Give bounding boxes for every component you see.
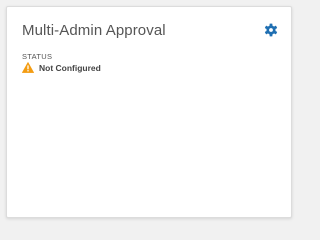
multi-admin-approval-card: Multi-Admin Approval STATUS Not Configur…: [6, 6, 292, 218]
gear-icon: [264, 23, 278, 37]
status-label: STATUS: [22, 52, 53, 61]
warning-triangle-icon: [22, 62, 34, 73]
status-value: Not Configured: [39, 62, 101, 73]
status-indicator: Not Configured: [22, 62, 101, 73]
settings-button[interactable]: [264, 23, 278, 37]
card-title: Multi-Admin Approval: [22, 22, 166, 39]
